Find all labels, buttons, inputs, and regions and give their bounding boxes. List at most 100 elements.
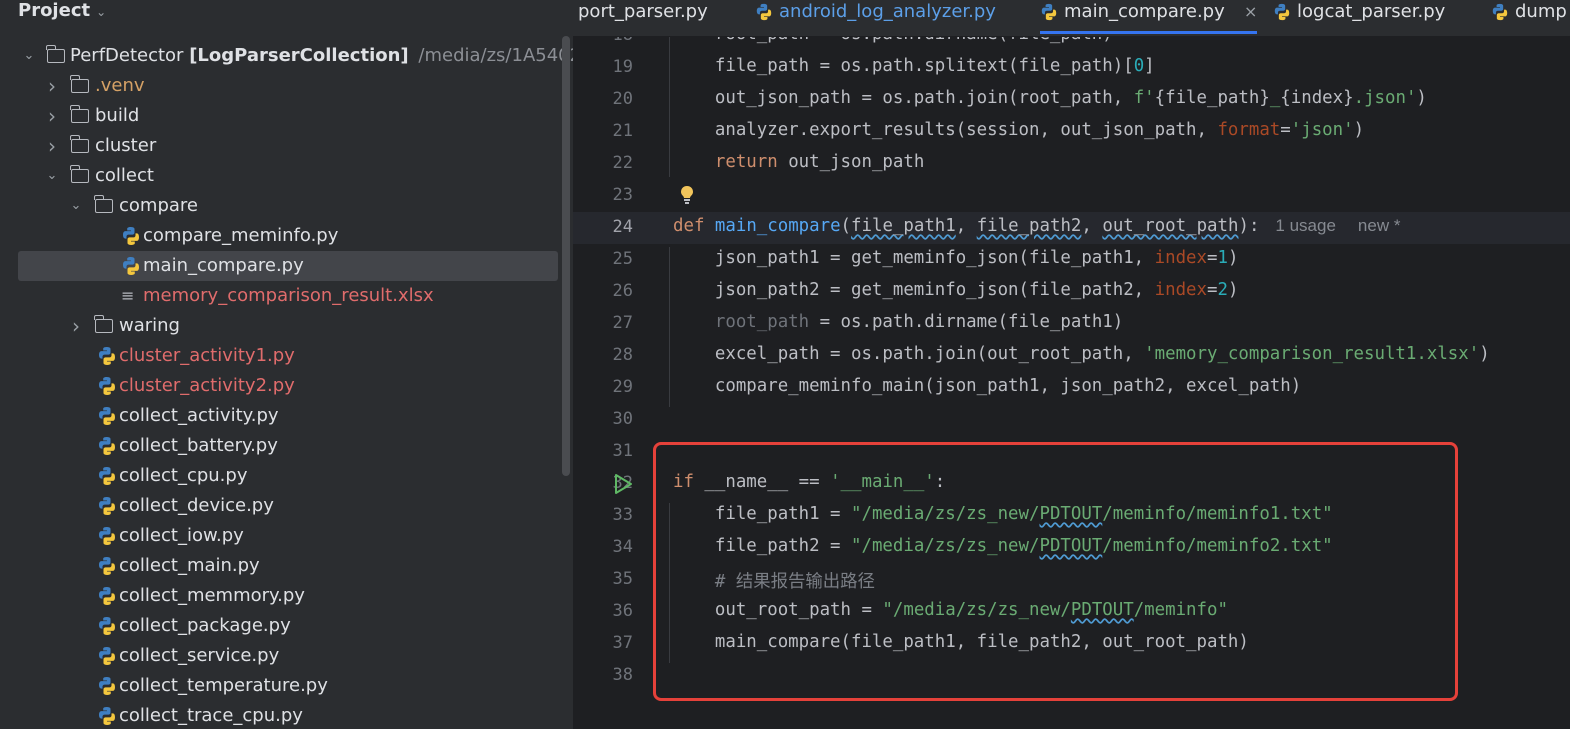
line-number: 30	[612, 409, 633, 429]
chevron-right-icon[interactable]: ›	[45, 131, 59, 161]
tree-file[interactable]: main_compare.py	[18, 251, 558, 281]
tree-file[interactable]: collect_device.py	[0, 491, 573, 521]
tree-item-label: cluster	[95, 135, 157, 156]
line-number: 28	[612, 345, 633, 365]
chevron-down-icon[interactable]: ⌄	[96, 5, 106, 19]
python-file-icon	[99, 467, 115, 485]
tree-item-label: memory_comparison_result.xlsx	[143, 285, 434, 306]
chevron-right-icon[interactable]: ›	[45, 71, 59, 101]
tree-file[interactable]: collect_main.py	[0, 551, 573, 581]
line-number: 26	[612, 281, 633, 301]
tree-file[interactable]: cluster_activity1.py	[0, 341, 573, 371]
chevron-down-icon[interactable]: ⌄	[69, 191, 83, 221]
line-number: 25	[612, 249, 633, 269]
usage-hint[interactable]: 1 usage	[1275, 216, 1336, 235]
lightbulb-icon[interactable]	[679, 185, 695, 205]
tab-label: android_log_analyzer.py	[779, 1, 996, 22]
tree-file[interactable]: collect_cpu.py	[0, 461, 573, 491]
chevron-down-icon[interactable]: ⌄	[22, 41, 36, 71]
python-file-icon	[1041, 3, 1057, 21]
tree-file[interactable]: collect_activity.py	[0, 401, 573, 431]
line-number: 35	[612, 569, 633, 589]
project-scrollbar[interactable]	[562, 36, 570, 476]
tree-item-label: collect_trace_cpu.py	[119, 705, 303, 726]
tab-label: port_parser.py	[578, 1, 708, 22]
run-gutter-icon[interactable]	[613, 473, 633, 495]
tab-label: main_compare.py	[1064, 1, 1225, 22]
tree-file[interactable]: collect_iow.py	[0, 521, 573, 551]
tree-item-label: compare	[119, 195, 198, 216]
tree-item-label: collect_temperature.py	[119, 675, 328, 696]
tree-item-label: collect_device.py	[119, 495, 274, 516]
code-line: compare_meminfo_main(json_path1, json_pa…	[673, 376, 1302, 396]
active-tab-indicator	[1040, 31, 1257, 34]
project-panel-header[interactable]: Project ⌄	[18, 0, 106, 24]
chevron-right-icon[interactable]: ›	[45, 101, 59, 131]
tree-item-label: compare_meminfo.py	[143, 225, 339, 246]
line-number: 36	[612, 601, 633, 621]
tree-item-label: collect_package.py	[119, 615, 291, 636]
tree-folder[interactable]: › cluster	[0, 131, 573, 161]
chevron-right-icon[interactable]: ›	[69, 311, 83, 341]
root-path: /media/zs/1A54026254	[418, 45, 573, 66]
python-file-icon	[1492, 3, 1508, 21]
tree-root[interactable]: ⌄ PerfDetector [LogParserCollection] /me…	[0, 41, 573, 71]
folder-icon	[94, 195, 113, 213]
tree-item-label: collect_activity.py	[119, 405, 279, 426]
tree-folder[interactable]: ⌄ collect	[0, 161, 573, 191]
indent-guide	[669, 37, 670, 177]
chevron-down-icon[interactable]: ⌄	[45, 161, 59, 191]
tree-item-label: collect_cpu.py	[119, 465, 248, 486]
tree-item-label: main_compare.py	[143, 255, 304, 276]
python-file-icon	[99, 497, 115, 515]
tree-file[interactable]: compare_meminfo.py	[0, 221, 573, 251]
tree-file[interactable]: ≡ memory_comparison_result.xlsx	[0, 281, 573, 311]
indent-guide	[669, 247, 670, 407]
line-number: 33	[612, 505, 633, 525]
python-file-icon	[99, 527, 115, 545]
line-number: 37	[612, 633, 633, 653]
root-module: [LogParserCollection]	[189, 45, 409, 66]
tree-folder[interactable]: › build	[0, 101, 573, 131]
text-file-icon: ≡	[121, 286, 135, 305]
folder-icon	[70, 75, 89, 93]
code-line: excel_path = os.path.join(out_root_path,…	[673, 344, 1490, 364]
python-file-icon	[1274, 3, 1290, 21]
tree-file[interactable]: cluster_activity2.py	[0, 371, 573, 401]
tree-folder[interactable]: › waring	[0, 311, 573, 341]
editor-tab-bar: port_parser.py android_log_analyzer.py mai…	[573, 0, 1570, 37]
close-tab-icon[interactable]: ×	[1244, 0, 1257, 24]
tree-item-label: waring	[119, 315, 180, 336]
folder-icon	[70, 105, 89, 123]
tree-folder[interactable]: › .venv	[0, 71, 573, 101]
project-panel: Project ⌄ ⌄ PerfDetector [LogParserCollec…	[0, 0, 573, 729]
python-file-icon	[99, 407, 115, 425]
python-file-icon	[123, 257, 139, 275]
tree-file[interactable]: collect_package.py	[0, 611, 573, 641]
python-file-icon	[99, 647, 115, 665]
tree-item-label: collect_memmory.py	[119, 585, 305, 606]
tree-file[interactable]: collect_memmory.py	[0, 581, 573, 611]
tree-item-label: collect_battery.py	[119, 435, 278, 456]
tree-item-label: collect	[95, 165, 154, 186]
python-file-icon	[99, 377, 115, 395]
tree-file[interactable]: collect_temperature.py	[0, 671, 573, 701]
code-line: file_path = os.path.splitext(file_path)[…	[673, 56, 1155, 76]
tree-file[interactable]: collect_service.py	[0, 641, 573, 671]
tree-folder[interactable]: ⌄ compare	[0, 191, 573, 221]
python-file-icon	[99, 437, 115, 455]
tree-file[interactable]: collect_battery.py	[0, 431, 573, 461]
line-number: 23	[612, 185, 633, 205]
code-editor[interactable]: 1819202122232425262728293031323334353637…	[573, 37, 1570, 729]
tree-item-label: cluster_activity1.py	[119, 345, 295, 366]
code-line: return out_json_path	[714, 152, 925, 172]
tab-label: dump	[1515, 1, 1567, 22]
code-line: root_path = os.path.dirname(file_path)	[673, 37, 1113, 44]
tree-item-label: build	[95, 105, 140, 126]
vcs-new-hint: new *	[1357, 216, 1401, 235]
tree-file[interactable]: collect_trace_cpu.py	[0, 701, 573, 729]
tree-item-label: collect_service.py	[119, 645, 280, 666]
line-number: 21	[612, 121, 633, 141]
python-file-icon	[99, 347, 115, 365]
code-line: root_path = os.path.dirname(file_path1)	[714, 312, 1124, 332]
